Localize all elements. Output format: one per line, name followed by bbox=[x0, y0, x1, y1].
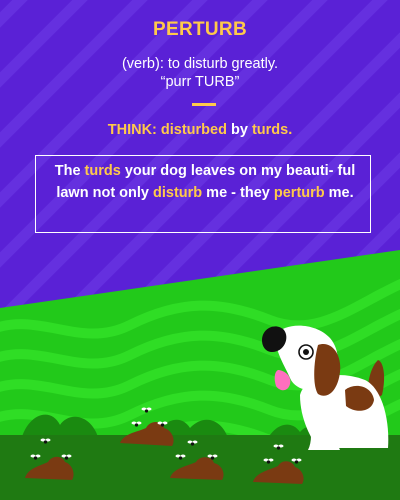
think-prefix: THINK: disturbed bbox=[107, 122, 227, 138]
divider bbox=[192, 103, 216, 106]
mnemonic-highlight: turds bbox=[84, 163, 121, 179]
pronunciation: “purr TURB” bbox=[160, 74, 240, 90]
definition: (verb): to disturb greatly. “purr TURB” bbox=[0, 55, 400, 91]
think-suffix: turds. bbox=[251, 122, 293, 138]
think-hint: THINK: disturbed by turds. bbox=[0, 122, 400, 138]
mnemonic-highlight: perturb bbox=[273, 184, 325, 201]
mnemonic-highlight: disturb bbox=[153, 184, 203, 201]
mnemonic-part: me - they bbox=[202, 184, 274, 201]
definition-text: (verb): to disturb greatly. bbox=[121, 56, 279, 72]
flashcard: PERTURB (verb): to disturb greatly. “pur… bbox=[0, 0, 400, 500]
vocab-word: PERTURB bbox=[153, 19, 247, 40]
mnemonic-text: The turds your dog leaves on my beauti- … bbox=[48, 161, 362, 204]
mnemonic-part: The bbox=[54, 163, 85, 179]
think-middle: by bbox=[226, 122, 252, 138]
mnemonic-part: me. bbox=[324, 184, 354, 201]
